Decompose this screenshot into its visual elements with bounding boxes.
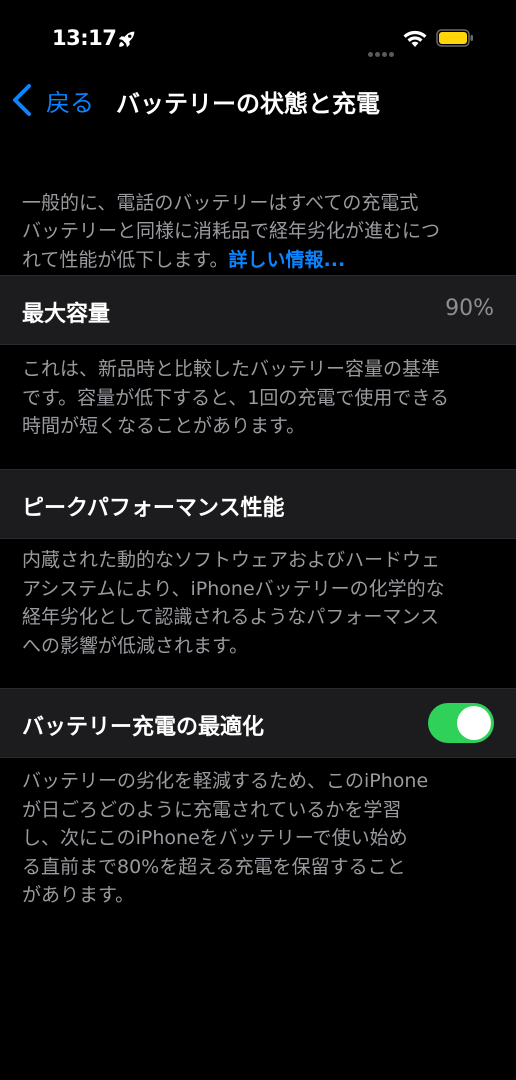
rocket-icon bbox=[118, 31, 135, 48]
learn-more-link[interactable]: 詳しい情報... bbox=[229, 249, 346, 271]
back-button[interactable]: 戻る bbox=[10, 80, 94, 120]
optimized-charging-footer: バッテリーの劣化を軽減するため、このiPhone が日ごろどのように充電されてい… bbox=[22, 770, 429, 906]
peak-performance-row[interactable]: ピークパフォーマンス性能 bbox=[0, 469, 516, 539]
status-bar: 13:17 bbox=[0, 0, 516, 74]
peak-performance-label: ピークパフォーマンス性能 bbox=[22, 496, 285, 521]
peak-performance-footer: 内蔵された動的なソフトウェアおよびハードウェ アシステムにより、iPhoneバッ… bbox=[22, 549, 445, 657]
optimized-charging-toggle[interactable] bbox=[428, 703, 494, 743]
optimized-charging-label: バッテリー充電の最適化 bbox=[22, 715, 265, 740]
optimized-charging-row: バッテリー充電の最適化 bbox=[0, 688, 516, 758]
capacity-footer: これは、新品時と比較したバッテリー容量の基準 です。容量が低下すると、1回の充電… bbox=[22, 358, 450, 437]
wifi-icon bbox=[403, 30, 427, 47]
page-title: バッテリーの状態と充電 bbox=[116, 90, 380, 118]
chevron-left-icon bbox=[13, 84, 31, 116]
battery-icon bbox=[436, 29, 473, 47]
toggle-knob bbox=[457, 706, 491, 740]
maximum-capacity-row: 最大容量 90% bbox=[0, 275, 516, 345]
maximum-capacity-value: 90% bbox=[445, 296, 494, 321]
navigation-bar: 戻る バッテリーの状態と充電 bbox=[0, 74, 516, 124]
back-label: 戻る bbox=[46, 88, 94, 117]
status-time: 13:17 bbox=[52, 26, 117, 50]
maximum-capacity-label: 最大容量 bbox=[22, 302, 111, 327]
intro-description: 一般的に、電話のバッテリーはすべての充電式 バッテリーと同様に消耗品で経年劣化が… bbox=[22, 160, 494, 274]
cellular-signal-icon bbox=[368, 42, 396, 61]
